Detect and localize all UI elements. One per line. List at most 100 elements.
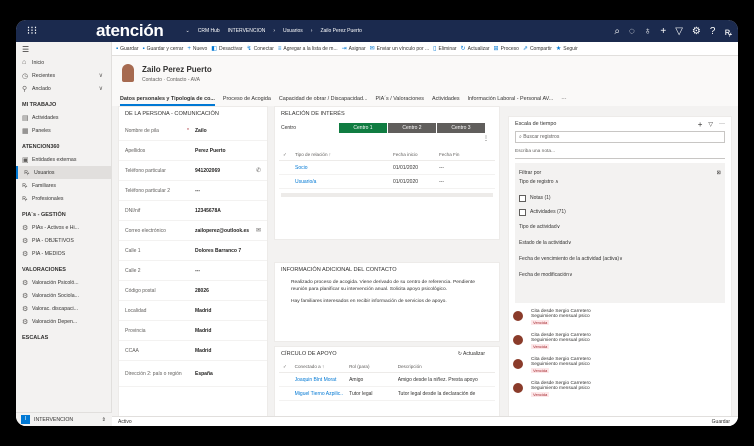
more-icon[interactable]: ⋮: [275, 135, 499, 149]
field-row[interactable]: Calle 2 ---: [119, 261, 267, 281]
contact-subtitle[interactable]: Contacto · Contacto - AVA: [142, 77, 200, 83]
close-icon[interactable]: ⊠: [717, 170, 721, 176]
field-value[interactable]: Perez Puerto: [195, 148, 261, 154]
plus-icon[interactable]: +: [698, 120, 703, 129]
sidebar-item[interactable]: ꝶ Usuarios: [16, 166, 111, 179]
centro-segment-3[interactable]: Centro 3: [437, 123, 485, 133]
field-row[interactable]: Calle 1 Dolores Barranco 7: [119, 241, 267, 261]
note-input[interactable]: Escriba una nota...: [515, 149, 725, 159]
hamburger-icon[interactable]: ☰: [16, 42, 111, 56]
chevron-down-icon[interactable]: ⌄: [186, 28, 190, 34]
env-name[interactable]: INTERVENCION: [228, 28, 266, 34]
command-mail[interactable]: ✉ Enviar un vínculo por ...: [370, 45, 430, 53]
table-cell[interactable]: Miguel Tierno Azpilic..: [295, 391, 349, 397]
field-row[interactable]: Apellidos Perez Puerto: [119, 141, 267, 161]
field-row[interactable]: Teléfono particular 2 ---: [119, 181, 267, 201]
column-header[interactable]: Fecha Fin: [439, 152, 479, 157]
filter-checkbox[interactable]: Actividades (71): [519, 205, 721, 219]
area-switcher[interactable]: I INTERVENCION ⇕: [16, 412, 112, 426]
table-cell[interactable]: Joaquin Blnt Morat: [295, 377, 349, 383]
filter-icon[interactable]: ▽: [708, 121, 713, 128]
checkbox[interactable]: [519, 194, 526, 202]
search-icon[interactable]: ⌕: [614, 26, 620, 37]
sidebar-item[interactable]: ⚙ PIAs - Activos e Hi...: [16, 221, 111, 234]
field-row[interactable]: Teléfono particular 941202069 ✆: [119, 161, 267, 181]
column-header[interactable]: Tipo de relación ↑: [295, 152, 393, 157]
sidebar-item[interactable]: ⚙ Valorac. discapaci...: [16, 302, 111, 315]
sidebar-item[interactable]: ꝶ Familiares: [16, 179, 111, 192]
command-list[interactable]: ≡ Agregar a la lista de m...: [278, 46, 338, 52]
table-cell[interactable]: Usuario/a: [295, 179, 393, 185]
sidebar-item-anclado[interactable]: ⚲ Anclado ∨: [16, 82, 111, 95]
filter-group[interactable]: Fecha de vencimiento de la actividad (ac…: [519, 251, 721, 267]
sidebar-item-recientes[interactable]: ◷ Recientes ∨: [16, 69, 111, 82]
horizontal-scrollbar[interactable]: [281, 193, 493, 197]
mail-icon[interactable]: ✉: [256, 227, 261, 234]
sidebar-item[interactable]: ▤ Actividades: [16, 111, 111, 124]
sidebar-item[interactable]: ▣ Entidades externas: [16, 153, 111, 166]
tab-3[interactable]: PIA´s / Valoraciones: [376, 92, 424, 106]
crumb-entity[interactable]: Usuarios: [283, 28, 303, 34]
timeline-item[interactable]: Cita desde Sergio Carretero Seguimiento m…: [509, 333, 731, 357]
field-value[interactable]: 28026: [195, 288, 261, 294]
sidebar-item[interactable]: ▦ Paneles: [16, 124, 111, 137]
timeline-item[interactable]: Cita desde Sergio Carretero Seguimiento m…: [509, 357, 731, 381]
field-row[interactable]: Provincia Madrid: [119, 321, 267, 341]
tab-1[interactable]: Proceso de Acogida: [223, 92, 271, 106]
filter-group[interactable]: Estado de la actividad ∨: [519, 235, 721, 251]
sidebar-item[interactable]: ⚙ Valoración Depen...: [16, 315, 111, 328]
timeline-item[interactable]: Cita desde Sergio Carretero Seguimiento m…: [509, 381, 731, 405]
sidebar-item[interactable]: ⚙ Valoración Sociola...: [16, 289, 111, 302]
lightbulb-icon[interactable]: ◌: [629, 26, 635, 37]
field-row[interactable]: Correo electrónico zailoperez@outlook.es ✉: [119, 221, 267, 241]
field-value[interactable]: Madrid: [195, 348, 261, 354]
command-share[interactable]: ⇗ Compartir: [523, 45, 552, 53]
tab-4[interactable]: Actividades: [432, 92, 460, 106]
command-assign[interactable]: ⇥ Asignar: [342, 45, 366, 53]
field-row[interactable]: Código postal 28026: [119, 281, 267, 301]
timeline-item[interactable]: Cita desde Sergio Carretero Seguimiento m…: [509, 309, 731, 333]
command-process[interactable]: ⊞ Proceso: [494, 45, 519, 53]
chevron-down-icon[interactable]: ∨: [99, 72, 103, 79]
tab-0[interactable]: Datos personales y Tipología de co...: [120, 92, 215, 106]
command-follow[interactable]: ★ Seguir: [556, 45, 578, 53]
phone-icon[interactable]: ✆: [256, 167, 261, 174]
table-row[interactable]: Miguel Tierno Azpilic.. Tutor legal Tutor …: [279, 387, 495, 401]
command-refresh[interactable]: ↻ Actualizar: [461, 45, 490, 53]
user-icon[interactable]: ꝶ: [724, 24, 732, 38]
help-icon[interactable]: ?: [710, 26, 716, 37]
checkmark-icon[interactable]: ✓: [283, 152, 295, 158]
field-value[interactable]: 941202069: [195, 168, 256, 174]
filter-icon[interactable]: ▽: [675, 26, 683, 37]
timeline-search-input[interactable]: ⌕ Buscar registros: [515, 131, 725, 143]
plus-icon[interactable]: +: [660, 26, 666, 37]
command-save[interactable]: ▪ Guardar: [116, 46, 138, 52]
more-icon[interactable]: ···: [719, 121, 725, 127]
field-value[interactable]: 12345678A: [195, 208, 261, 214]
field-row[interactable]: DNI/nif 12345678A: [119, 201, 267, 221]
table-row[interactable]: Socio 01/01/2020 ---: [279, 161, 495, 175]
refresh-button[interactable]: ↻ Actualizar: [458, 351, 485, 357]
status-save[interactable]: Guardar: [712, 419, 730, 425]
table-row[interactable]: Joaquin Blnt Morat Amigo Amigo desde la ni…: [279, 373, 495, 387]
checkbox[interactable]: [519, 208, 526, 216]
checkmark-icon[interactable]: ✓: [283, 364, 295, 370]
waffle-icon[interactable]: ⁝⁝⁝: [22, 20, 42, 42]
command-deactivate[interactable]: ◧ Desactivar: [211, 45, 242, 53]
field-value[interactable]: Madrid: [195, 308, 261, 314]
field-value[interactable]: España: [195, 371, 261, 377]
field-value[interactable]: zailoperez@outlook.es: [195, 228, 256, 234]
module-name[interactable]: CRM Hub: [198, 28, 220, 34]
field-row[interactable]: Nombre de pila * Zailo: [119, 121, 267, 141]
column-header[interactable]: Fecha inicio: [393, 152, 439, 157]
command-connect[interactable]: ↯ Conectar: [247, 45, 274, 53]
table-cell[interactable]: Socio: [295, 165, 393, 171]
sidebar-item[interactable]: ⚙ PIA - MEDIOS: [16, 247, 111, 260]
field-row[interactable]: CCAA Madrid: [119, 341, 267, 361]
table-row[interactable]: Usuario/a 01/01/2020 ---: [279, 175, 495, 189]
column-header[interactable]: Rol (para): [349, 364, 398, 369]
sidebar-item[interactable]: ꝶ Profesionales: [16, 192, 111, 205]
filter-checkbox[interactable]: Notas (1): [519, 191, 721, 205]
field-value[interactable]: Dolores Barranco 7: [195, 248, 261, 254]
filter-group[interactable]: Fecha de modificación ∨: [519, 267, 721, 283]
